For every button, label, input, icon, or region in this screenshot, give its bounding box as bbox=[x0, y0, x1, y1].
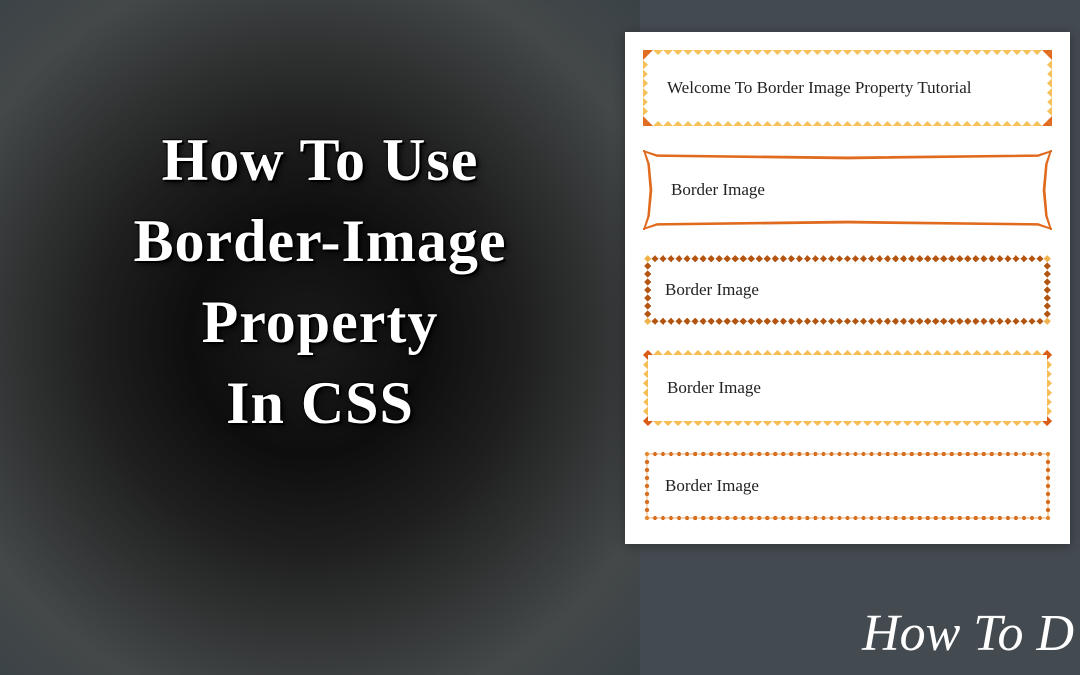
hero-title: How To Use Border-Image Property In CSS bbox=[0, 120, 640, 444]
box-label: Border Image bbox=[671, 180, 765, 199]
watermark-text: How To D bbox=[862, 604, 1074, 663]
title-line-2: Border-Image bbox=[0, 201, 640, 282]
border-image-box-round: Welcome To Border Image Property Tutoria… bbox=[643, 50, 1052, 126]
border-image-box-space: Border Image bbox=[643, 254, 1052, 326]
title-line-3: Property bbox=[0, 282, 640, 363]
border-image-box-round-alt: Border Image bbox=[643, 350, 1052, 426]
box-label: Border Image bbox=[665, 280, 759, 299]
box-label: Welcome To Border Image Property Tutoria… bbox=[667, 78, 972, 97]
demo-panel: Welcome To Border Image Property Tutoria… bbox=[625, 32, 1070, 544]
box-label: Border Image bbox=[667, 378, 761, 397]
title-line-1: How To Use bbox=[0, 120, 640, 201]
box-label: Border Image bbox=[665, 476, 759, 495]
border-image-box-dots: Border Image bbox=[643, 450, 1052, 522]
title-line-4: In CSS bbox=[0, 363, 640, 444]
border-image-box-stretch: Border Image bbox=[643, 150, 1052, 230]
